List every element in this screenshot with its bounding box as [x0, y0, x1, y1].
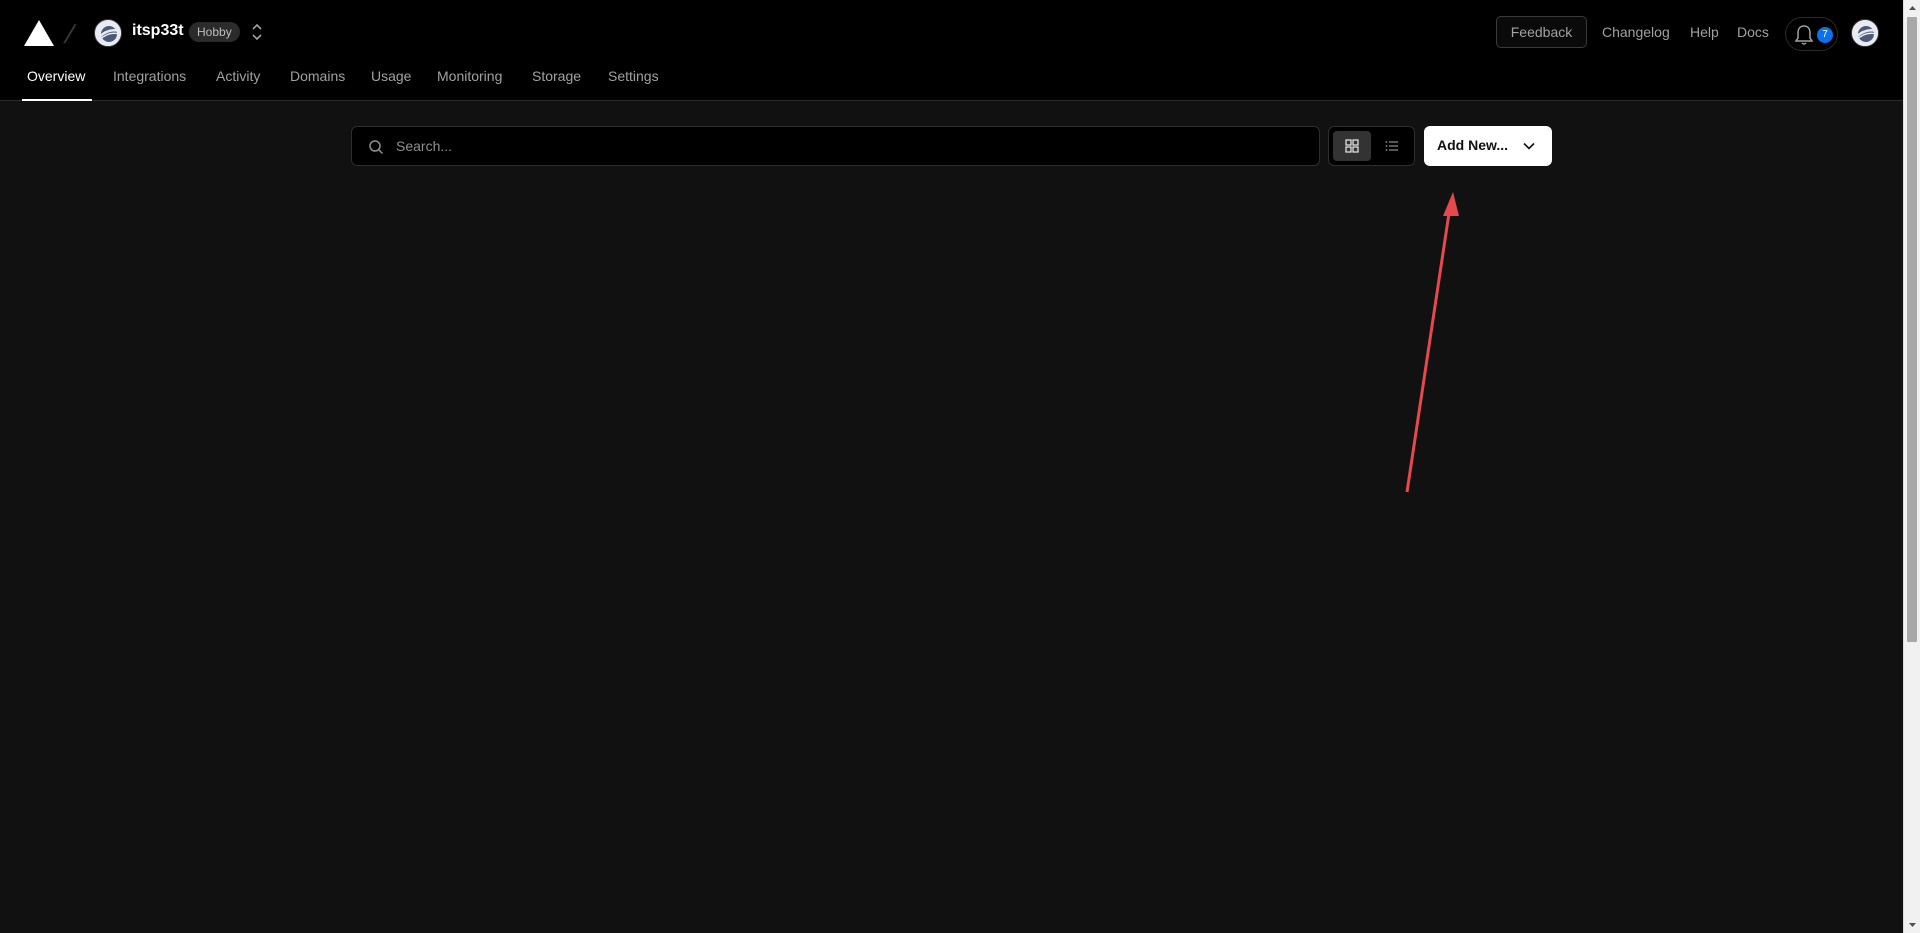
grid-view-button[interactable] — [1333, 131, 1371, 161]
tab-domains[interactable]: Domains — [290, 68, 345, 84]
search-box — [351, 126, 1320, 166]
tab-monitoring[interactable]: Monitoring — [437, 68, 502, 84]
list-icon — [1385, 141, 1398, 151]
active-tab-indicator — [22, 99, 92, 101]
vercel-logo-icon[interactable] — [24, 20, 54, 46]
view-mode-toggle — [1328, 126, 1415, 166]
annotation-arrow-icon — [1405, 192, 1459, 493]
tab-activity[interactable]: Activity — [216, 68, 260, 84]
scroll-up-arrow-icon[interactable] — [1904, 0, 1920, 17]
tab-storage[interactable]: Storage — [532, 68, 581, 84]
feedback-button[interactable]: Feedback — [1496, 16, 1587, 48]
team-avatar[interactable] — [94, 19, 122, 47]
grid-icon — [1345, 139, 1359, 153]
docs-link[interactable]: Docs — [1737, 24, 1769, 40]
scrollbar-thumb[interactable] — [1907, 17, 1917, 642]
vertical-scrollbar[interactable] — [1903, 0, 1920, 933]
top-header: / itsp33t Hobby Feedback Changelog Help … — [0, 0, 1903, 101]
team-switcher-chevrons-icon[interactable] — [250, 21, 264, 43]
chevron-down-icon — [1523, 142, 1535, 150]
bell-icon — [1794, 25, 1814, 45]
tab-usage[interactable]: Usage — [371, 68, 411, 84]
search-input[interactable] — [396, 127, 1296, 165]
notifications-button[interactable]: 7 — [1785, 17, 1838, 51]
add-new-button[interactable]: Add New... — [1424, 126, 1552, 166]
plan-badge: Hobby — [189, 22, 240, 42]
tab-integrations[interactable]: Integrations — [113, 68, 186, 84]
list-view-button[interactable] — [1373, 131, 1411, 161]
user-avatar[interactable] — [1851, 19, 1879, 47]
breadcrumb-separator: / — [61, 19, 79, 49]
changelog-link[interactable]: Changelog — [1602, 24, 1670, 40]
add-new-label: Add New... — [1437, 137, 1509, 153]
notification-count-badge: 7 — [1817, 27, 1833, 43]
project-tabs: Overview Integrations Activity Domains U… — [0, 60, 1000, 101]
tab-settings[interactable]: Settings — [608, 68, 659, 84]
team-name[interactable]: itsp33t — [132, 22, 184, 40]
scroll-down-arrow-icon[interactable] — [1904, 916, 1920, 933]
help-link[interactable]: Help — [1690, 24, 1719, 40]
search-icon — [369, 140, 384, 155]
tab-overview[interactable]: Overview — [27, 68, 85, 84]
